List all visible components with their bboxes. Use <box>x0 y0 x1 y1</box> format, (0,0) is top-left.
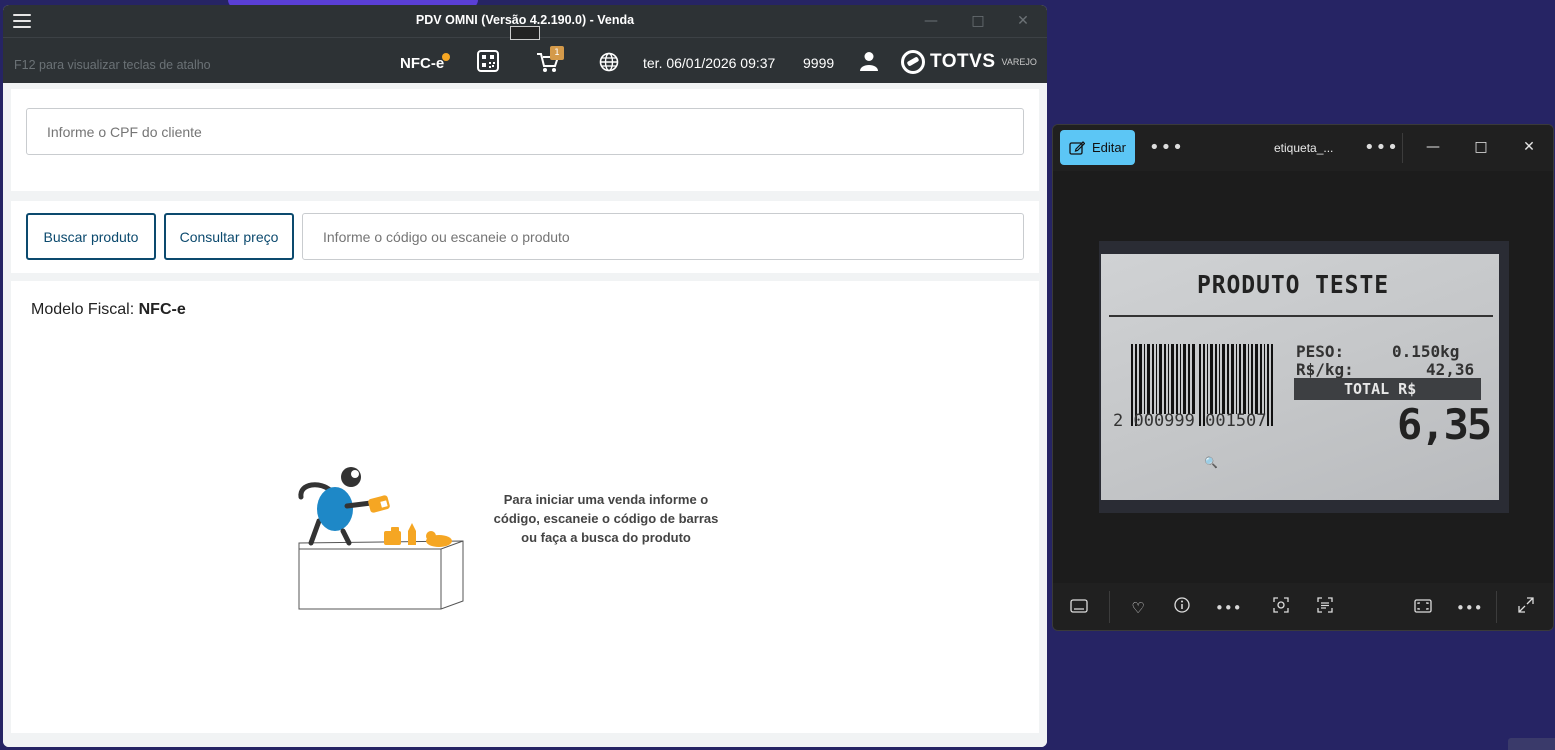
more-options-icon[interactable]: ••• <box>1149 137 1184 158</box>
file-name[interactable]: etiqueta_... <box>1274 141 1333 155</box>
heart-icon[interactable]: ♡ <box>1127 597 1149 619</box>
shortcut-hint: F12 para visualizar teclas de atalho <box>14 58 211 72</box>
search-panel: Buscar produto Consultar preço <box>11 201 1039 273</box>
sale-panel: Modelo Fiscal: NFC-e Para iniciar uma ve… <box>11 281 1039 733</box>
fit-to-window-icon[interactable] <box>1412 597 1434 619</box>
totvs-logo-icon <box>901 50 925 74</box>
zoom-cursor-icon: 🔍 <box>1204 456 1218 469</box>
photos-titlebar: Editar ••• etiqueta_... ••• — □ ✕ <box>1053 125 1553 171</box>
edit-label: Editar <box>1092 140 1126 155</box>
product-code-input[interactable] <box>302 213 1024 260</box>
brand-subtitle: VAREJO <box>1001 57 1037 67</box>
edit-button[interactable]: Editar <box>1060 130 1135 165</box>
label-divider <box>1109 315 1493 317</box>
fiscal-model-label: Modelo Fiscal: <box>31 301 135 318</box>
cart-count-badge: 1 <box>550 46 564 60</box>
divider <box>1496 591 1497 623</box>
empty-state-message: Para iniciar uma venda informe o código,… <box>493 492 719 545</box>
price-per-kg-value: 42,36 <box>1426 360 1475 379</box>
store-number: 9999 <box>803 55 835 71</box>
total-value: 6,35 <box>1397 400 1492 449</box>
more-options-icon[interactable]: ••• <box>1215 597 1242 619</box>
text-extract-icon[interactable] <box>1314 597 1336 619</box>
maximize-icon[interactable]: □ <box>968 11 988 31</box>
divider <box>1402 133 1403 163</box>
close-icon[interactable]: ✕ <box>1013 11 1033 31</box>
qrcode-icon[interactable] <box>477 50 499 72</box>
consultar-preco-button[interactable]: Consultar preço <box>164 213 294 260</box>
pdv-window: PDV OMNI (Versão 4.2.190.0) - Venda — □ … <box>3 5 1047 747</box>
datetime: ter. 06/01/2026 09:37 <box>643 55 776 71</box>
product-label-photo: PRODUTO TESTE 2 000999 001507 PESO: 0.15… <box>1101 254 1499 500</box>
minimize-icon[interactable]: — <box>921 11 941 31</box>
cpf-input[interactable] <box>26 108 1024 155</box>
close-icon[interactable]: ✕ <box>1519 136 1539 158</box>
display-icon <box>510 26 540 40</box>
buscar-produto-button[interactable]: Buscar produto <box>26 213 156 260</box>
label-title: PRODUTO TESTE <box>1197 270 1389 299</box>
file-options-icon[interactable]: ••• <box>1364 137 1399 158</box>
cashier-illustration <box>298 467 464 610</box>
barcode-number: 2 000999 001507 <box>1113 411 1267 431</box>
globe-icon[interactable] <box>599 52 619 72</box>
image-viewer[interactable]: PRODUTO TESTE 2 000999 001507 PESO: 0.15… <box>1053 171 1553 583</box>
window-title: PDV OMNI (Versão 4.2.190.0) - Venda <box>415 13 635 27</box>
pdv-toolbar: F12 para visualizar teclas de atalho NFC… <box>3 26 1047 83</box>
photos-window: Editar ••• etiqueta_... ••• — □ ✕ PRODUT… <box>1052 124 1554 631</box>
photo-frame: PRODUTO TESTE 2 000999 001507 PESO: 0.15… <box>1099 241 1509 513</box>
divider <box>1109 591 1110 623</box>
cpf-panel <box>11 89 1039 191</box>
desktop-corner <box>1508 738 1555 750</box>
visual-search-icon[interactable] <box>1270 597 1292 619</box>
status-dot-icon <box>442 53 450 61</box>
totvs-logo: TOTVS VAREJO <box>901 49 1037 75</box>
fullscreen-icon[interactable] <box>1515 597 1537 619</box>
total-label: TOTAL R$ <box>1294 378 1481 400</box>
maximize-icon[interactable]: □ <box>1471 136 1491 158</box>
more-options-icon[interactable]: ••• <box>1456 597 1483 619</box>
peso-label: PESO: <box>1296 342 1345 361</box>
filmstrip-icon[interactable] <box>1068 597 1090 619</box>
user-icon[interactable] <box>860 51 878 71</box>
price-per-kg-label: R$/kg: <box>1296 360 1354 379</box>
peso-value: 0.150kg <box>1392 342 1460 361</box>
info-icon[interactable] <box>1171 597 1193 619</box>
brand-name: TOTVS <box>930 51 996 72</box>
pdv-body: Buscar produto Consultar preço Modelo Fi… <box>3 83 1047 747</box>
fiscal-model-indicator[interactable]: NFC-e <box>400 55 444 72</box>
fiscal-model-line: Modelo Fiscal: NFC-e <box>31 301 186 319</box>
photos-bottom-toolbar: ♡ ••• ••• <box>1053 583 1553 630</box>
edit-image-icon <box>1069 140 1085 155</box>
minimize-icon[interactable]: — <box>1423 136 1443 158</box>
fiscal-model-value: NFC-e <box>138 301 186 318</box>
